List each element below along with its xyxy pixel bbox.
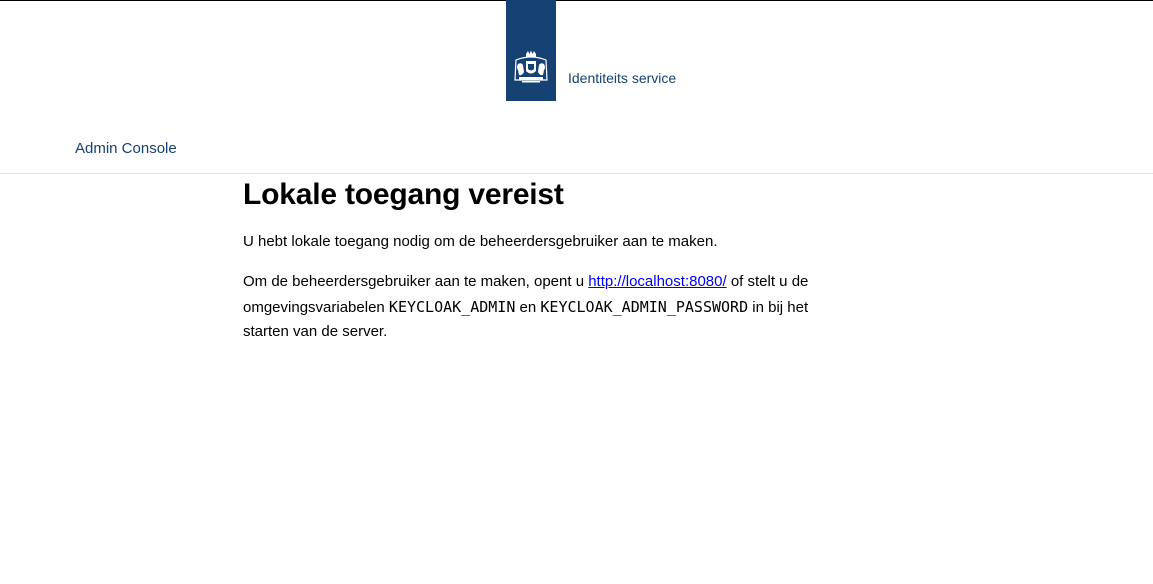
service-name: Identiteits service [568,70,677,86]
instructions-text: Om de beheerdersgebruiker aan te maken, … [243,270,813,345]
access-required-text: U hebt lokale toegang nodig om de beheer… [243,233,718,250]
government-logo [506,0,556,101]
page-title: Lokale toegang vereist [243,178,564,211]
top-navigation: Admin Console [0,124,1153,174]
main-content: Lokale toegang vereist U hebt lokale toe… [243,178,813,340]
localhost-link[interactable]: http://localhost:8080/ [588,273,726,290]
page-header: Identiteits service [0,0,1153,101]
env-var-admin: KEYCLOAK_ADMIN [388,297,516,316]
instructions-text-part: Om de beheerdersgebruiker aan te maken, … [243,273,589,290]
admin-console-link[interactable]: Admin Console [75,140,177,157]
royal-coat-of-arms-icon [514,50,548,83]
env-var-admin-password: KEYCLOAK_ADMIN_PASSWORD [540,297,749,316]
instructions-text-part: en [515,298,541,316]
